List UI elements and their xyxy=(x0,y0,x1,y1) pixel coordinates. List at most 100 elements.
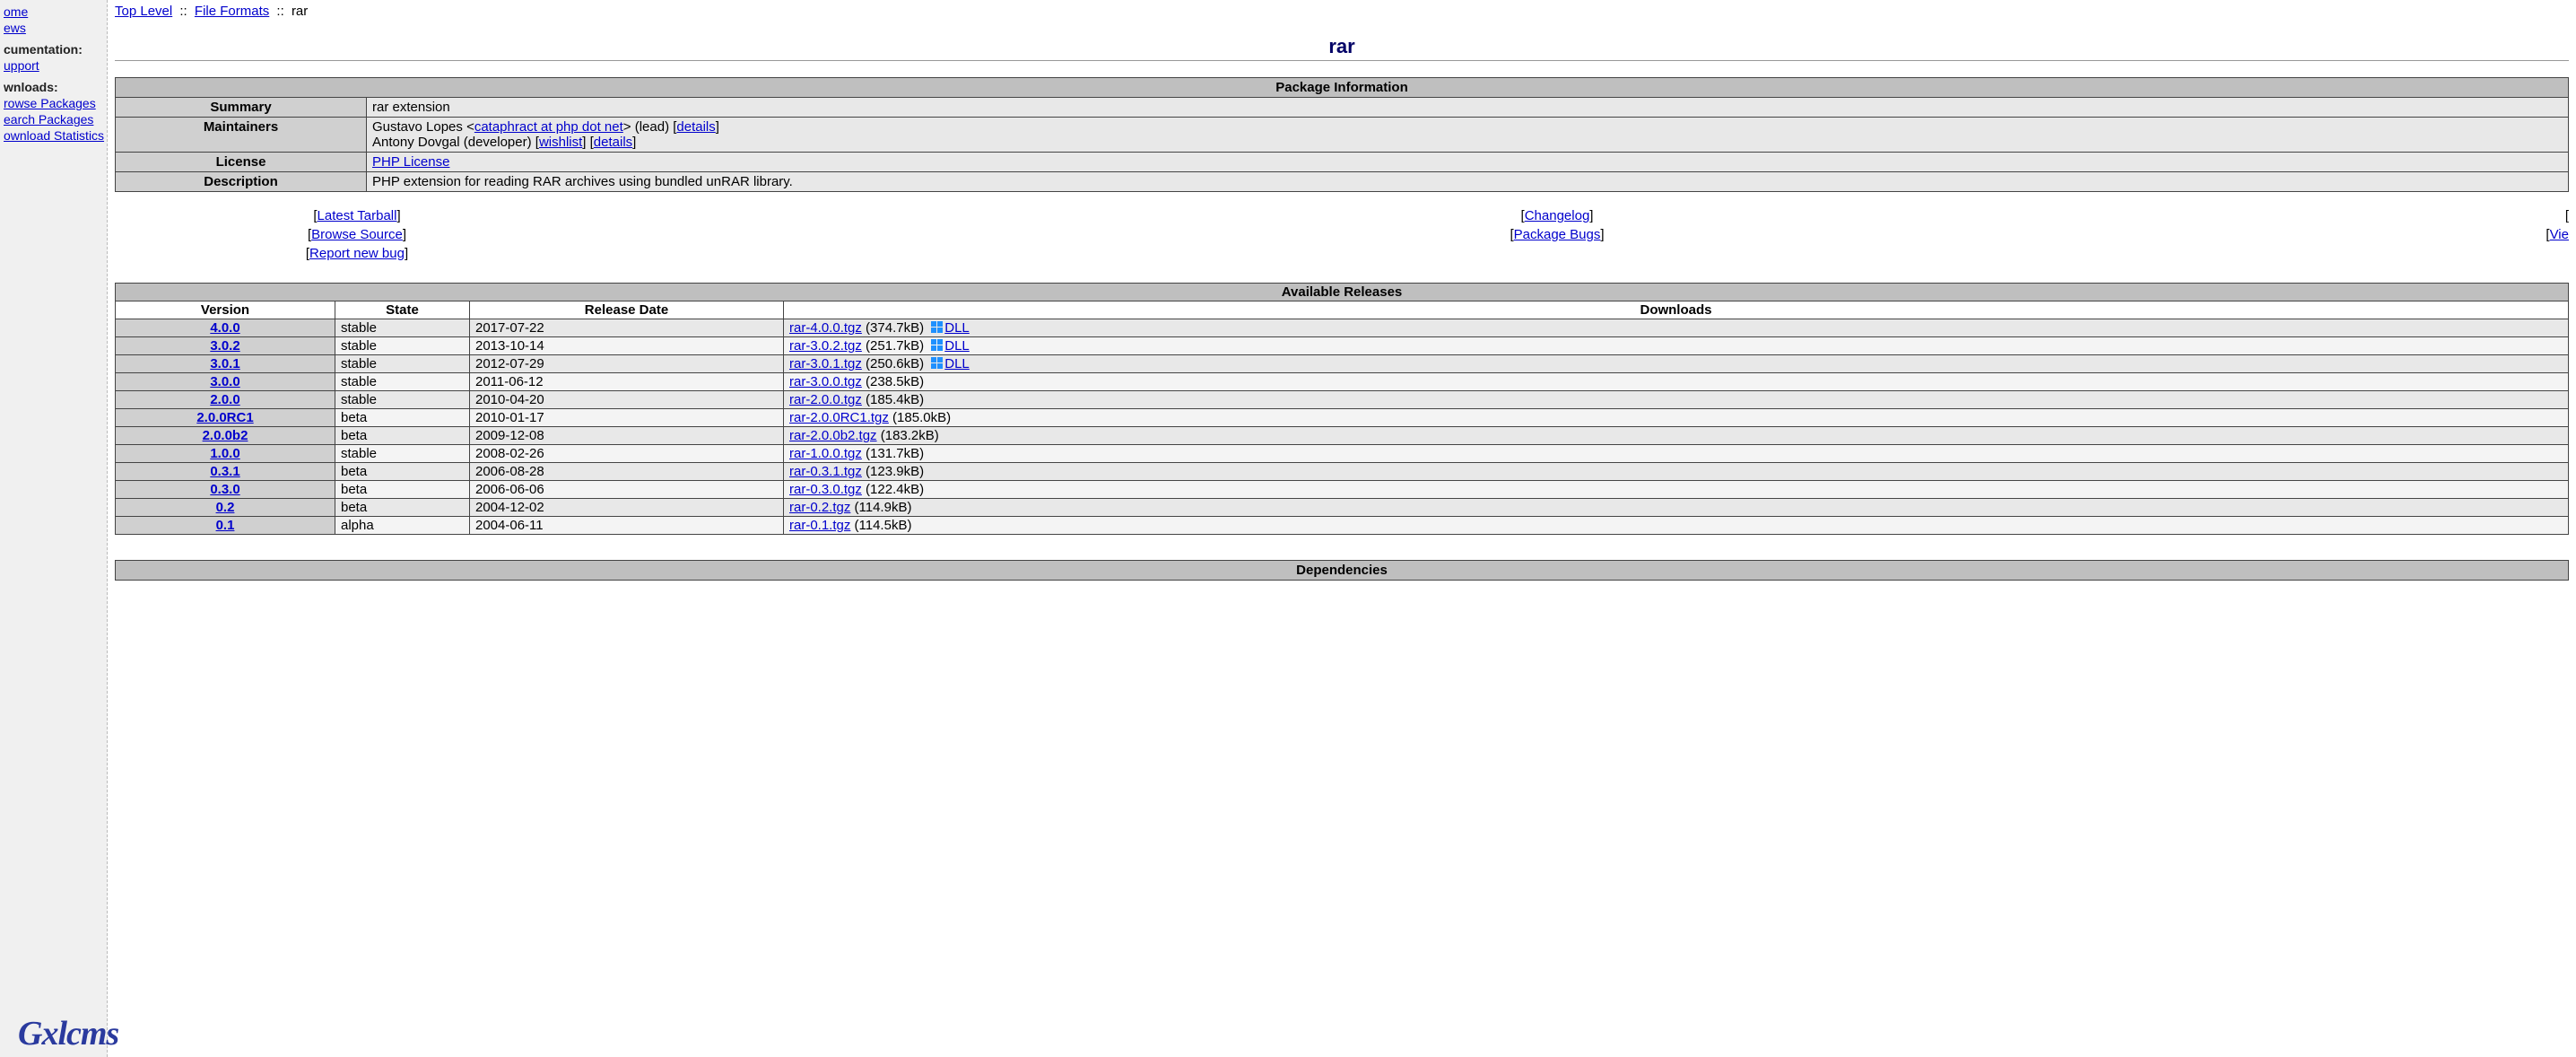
state-value: stable xyxy=(335,319,470,337)
date-value: 2004-12-02 xyxy=(470,499,784,517)
dependencies-title: Dependencies xyxy=(116,561,2569,581)
downloads-cell: rar-0.3.1.tgz (123.9kB) xyxy=(784,463,2569,481)
tgz-link[interactable]: rar-0.3.1.tgz xyxy=(789,464,862,479)
page-title: rar xyxy=(115,35,2569,58)
nav-news[interactable]: ews xyxy=(4,21,26,35)
version-link[interactable]: 0.1 xyxy=(216,518,235,533)
date-value: 2013-10-14 xyxy=(470,337,784,355)
nav-search-packages[interactable]: earch Packages xyxy=(4,112,93,127)
version-link[interactable]: 3.0.2 xyxy=(210,338,239,354)
state-value: stable xyxy=(335,355,470,373)
package-info-title: Package Information xyxy=(116,78,2569,98)
nav-section-downloads: wnloads: xyxy=(0,79,107,95)
col-date: Release Date xyxy=(470,301,784,319)
tgz-link[interactable]: rar-2.0.0b2.tgz xyxy=(789,428,877,443)
breadcrumb-file-formats[interactable]: File Formats xyxy=(195,4,269,19)
version-link[interactable]: 4.0.0 xyxy=(210,320,239,336)
package-bugs-link[interactable]: Package Bugs xyxy=(1514,227,1601,242)
downloads-cell: rar-2.0.0.tgz (185.4kB) xyxy=(784,391,2569,409)
breadcrumb-top-level[interactable]: Top Level xyxy=(115,4,172,19)
downloads-cell: rar-3.0.1.tgz (250.6kB) DLL xyxy=(784,355,2569,373)
table-row: 1.0.0stable2008-02-26rar-1.0.0.tgz (131.… xyxy=(116,445,2569,463)
changelog-link[interactable]: Changelog xyxy=(1525,208,1590,223)
tgz-link[interactable]: rar-3.0.2.tgz xyxy=(789,338,862,354)
tgz-link[interactable]: rar-1.0.0.tgz xyxy=(789,446,862,461)
nav-home[interactable]: ome xyxy=(4,4,28,19)
nav-browse-packages[interactable]: rowse Packages xyxy=(4,96,96,110)
state-value: stable xyxy=(335,337,470,355)
report-new-bug-link[interactable]: Report new bug xyxy=(309,246,405,261)
date-value: 2004-06-11 xyxy=(470,517,784,535)
tgz-link[interactable]: rar-2.0.0.tgz xyxy=(789,392,862,407)
downloads-cell: rar-0.3.0.tgz (122.4kB) xyxy=(784,481,2569,499)
tgz-link[interactable]: rar-0.3.0.tgz xyxy=(789,482,862,497)
state-value: beta xyxy=(335,463,470,481)
version-link[interactable]: 0.2 xyxy=(216,500,235,515)
date-value: 2006-08-28 xyxy=(470,463,784,481)
downloads-cell: rar-2.0.0b2.tgz (183.2kB) xyxy=(784,427,2569,445)
maintainer-wishlist-link[interactable]: wishlist xyxy=(539,135,582,150)
date-value: 2010-04-20 xyxy=(470,391,784,409)
version-link[interactable]: 2.0.0RC1 xyxy=(196,410,253,425)
date-value: 2010-01-17 xyxy=(470,409,784,427)
downloads-cell: rar-4.0.0.tgz (374.7kB) DLL xyxy=(784,319,2569,337)
version-link[interactable]: 3.0.0 xyxy=(210,374,239,389)
license-label: License xyxy=(116,153,367,172)
state-value: beta xyxy=(335,481,470,499)
nav-support[interactable]: upport xyxy=(4,58,39,73)
state-value: alpha xyxy=(335,517,470,535)
tgz-link[interactable]: rar-0.1.tgz xyxy=(789,518,850,533)
col-downloads: Downloads xyxy=(784,301,2569,319)
maintainer-details-link[interactable]: details xyxy=(594,135,632,150)
maintainers-value: Gustavo Lopes <cataphract at php dot net… xyxy=(367,118,2569,153)
nav-section-documentation: cumentation: xyxy=(0,41,107,57)
dll-link[interactable]: DLL xyxy=(944,320,970,336)
description-label: Description xyxy=(116,172,367,192)
downloads-cell: rar-0.2.tgz (114.9kB) xyxy=(784,499,2569,517)
nav-download-statistics[interactable]: ownload Statistics xyxy=(4,128,104,143)
latest-tarball-link[interactable]: Latest Tarball xyxy=(318,208,397,223)
sidebar: ome ews cumentation: upport wnloads: row… xyxy=(0,0,108,1057)
breadcrumb-sep: :: xyxy=(276,4,283,19)
tgz-link[interactable]: rar-4.0.0.tgz xyxy=(789,320,862,336)
version-link[interactable]: 0.3.1 xyxy=(210,464,239,479)
date-value: 2017-07-22 xyxy=(470,319,784,337)
version-link[interactable]: 1.0.0 xyxy=(210,446,239,461)
version-link[interactable]: 0.3.0 xyxy=(210,482,239,497)
version-link[interactable]: 3.0.1 xyxy=(210,356,239,371)
tgz-link[interactable]: rar-3.0.0.tgz xyxy=(789,374,862,389)
title-divider xyxy=(115,60,2569,61)
dll-link[interactable]: DLL xyxy=(944,338,970,354)
breadcrumb-current: rar xyxy=(292,4,308,19)
table-row: 0.3.1 beta2006-08-28rar-0.3.1.tgz (123.9k… xyxy=(116,463,2569,481)
downloads-cell: rar-3.0.2.tgz (251.7kB) DLL xyxy=(784,337,2569,355)
version-link[interactable]: 2.0.0 xyxy=(210,392,239,407)
table-row: 2.0.0RC1 beta2010-01-17rar-2.0.0RC1.tgz (… xyxy=(116,409,2569,427)
version-link[interactable]: 2.0.0b2 xyxy=(203,428,248,443)
description-value: PHP extension for reading RAR archives u… xyxy=(367,172,2569,192)
tgz-link[interactable]: rar-2.0.0RC1.tgz xyxy=(789,410,889,425)
package-links: [ Latest Tarball ] [ Changelog ] [ [ Bro… xyxy=(115,208,2569,261)
summary-label: Summary xyxy=(116,98,367,118)
summary-value: rar extension xyxy=(367,98,2569,118)
date-value: 2011-06-12 xyxy=(470,373,784,391)
table-row: 3.0.1stable2012-07-29rar-3.0.1.tgz (250.… xyxy=(116,355,2569,373)
downloads-cell: rar-1.0.0.tgz (131.7kB) xyxy=(784,445,2569,463)
maintainer-email[interactable]: cataphract at php dot net xyxy=(474,119,623,135)
downloads-cell: rar-2.0.0RC1.tgz (185.0kB) xyxy=(784,409,2569,427)
table-row: 3.0.2 stable2013-10-14rar-3.0.2.tgz (251.… xyxy=(116,337,2569,355)
browse-source-link[interactable]: Browse Source xyxy=(311,227,403,242)
downloads-cell: rar-3.0.0.tgz (238.5kB) xyxy=(784,373,2569,391)
releases-table: Available Releases Version State Release… xyxy=(115,283,2569,535)
maintainer-details-link[interactable]: details xyxy=(676,119,715,135)
state-value: beta xyxy=(335,427,470,445)
table-row: 0.3.0 beta2006-06-06rar-0.3.0.tgz (122.4k… xyxy=(116,481,2569,499)
dll-link[interactable]: DLL xyxy=(944,356,970,371)
tgz-link[interactable]: rar-3.0.1.tgz xyxy=(789,356,862,371)
license-link[interactable]: PHP License xyxy=(372,154,449,170)
date-value: 2006-06-06 xyxy=(470,481,784,499)
tgz-link[interactable]: rar-0.2.tgz xyxy=(789,500,850,515)
view-link[interactable]: Vie xyxy=(2550,227,2569,242)
state-value: beta xyxy=(335,409,470,427)
windows-icon xyxy=(931,339,943,351)
